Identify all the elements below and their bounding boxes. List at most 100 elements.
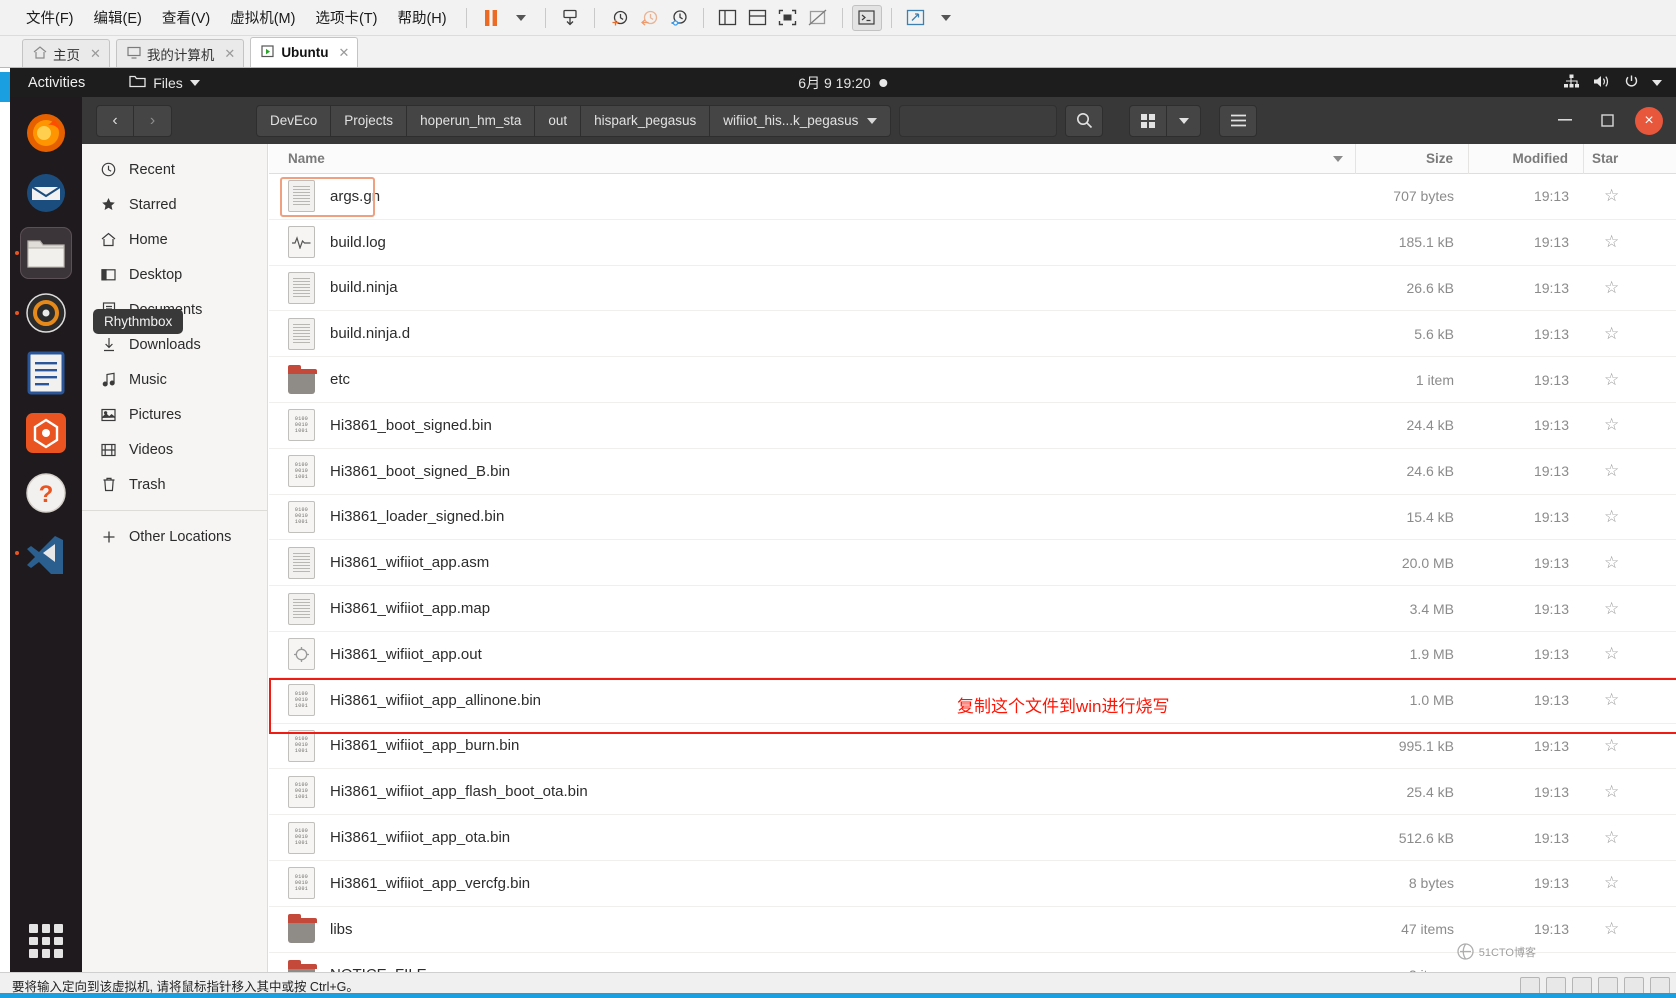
breadcrumb-item-4[interactable]: hispark_pegasus [581, 104, 711, 137]
star-toggle[interactable]: ☆ [1584, 690, 1654, 710]
table-row[interactable]: build.ninja 26.6 kB 19:13 ☆ [269, 266, 1676, 312]
tab-close-icon[interactable]: ✕ [224, 46, 235, 62]
menu-view[interactable]: 查看(V) [152, 5, 220, 30]
back-button[interactable]: ‹ [96, 104, 134, 137]
sidebar-item-desktop[interactable]: Desktop [82, 257, 267, 292]
table-row[interactable]: 0100 0010 1001 Hi3861_wifiiot_app_flash_boo… [269, 769, 1676, 816]
star-toggle[interactable]: ☆ [1584, 553, 1654, 573]
fullscreen-icon[interactable] [901, 5, 931, 31]
dock-item-ubuntu-software[interactable] [20, 407, 72, 459]
column-header-size[interactable]: Size [1356, 143, 1469, 174]
clock[interactable]: 6月 9 19:20 [798, 73, 888, 93]
menu-tabs[interactable]: 选项卡(T) [305, 5, 387, 30]
console-view-icon[interactable] [743, 5, 773, 31]
star-toggle[interactable]: ☆ [1584, 507, 1654, 527]
star-toggle[interactable]: ☆ [1584, 644, 1654, 664]
system-tray[interactable] [1563, 74, 1662, 92]
star-toggle[interactable]: ☆ [1584, 415, 1654, 435]
star-toggle[interactable]: ☆ [1584, 461, 1654, 481]
activities-button[interactable]: Activities [28, 75, 85, 91]
grid-view-icon[interactable] [1129, 104, 1168, 137]
table-row[interactable]: 0100 0010 1001 Hi3861_wifiiot_app_allinone.… [269, 677, 1676, 734]
menu-help[interactable]: 帮助(H) [387, 5, 456, 30]
search-icon[interactable] [1065, 104, 1104, 137]
star-toggle[interactable]: ☆ [1584, 186, 1654, 206]
fit-guest-icon[interactable] [773, 5, 803, 31]
dock-item-rhythmbox[interactable] [15, 287, 72, 339]
table-row[interactable]: Hi3861_wifiiot_app.out 1.9 MB 19:13 ☆ [269, 632, 1676, 678]
menu-file[interactable]: 文件(F) [16, 5, 84, 30]
sidebar-toggle-icon[interactable] [713, 5, 743, 31]
system-menu-caret-icon[interactable] [1652, 79, 1662, 86]
maximize-icon[interactable] [1586, 100, 1628, 142]
dock-item-help[interactable]: ? [20, 467, 72, 519]
breadcrumb-item-1[interactable]: Projects [331, 104, 408, 137]
table-row[interactable]: etc 1 item 19:13 ☆ [269, 357, 1676, 403]
table-row[interactable]: build.ninja.d 5.6 kB 19:13 ☆ [269, 311, 1676, 358]
table-row[interactable]: 0100 0010 1001 Hi3861_boot_signed_B.bin 24.6… [269, 449, 1676, 495]
table-row[interactable]: Hi3861_wifiiot_app.map 3.4 MB 19:13 ☆ [269, 586, 1676, 632]
dock-item-libreoffice-writer[interactable] [20, 347, 72, 399]
tab-ubuntu[interactable]: Ubuntu ✕ [250, 37, 359, 67]
sidebar-item-other-locations[interactable]: Other Locations [82, 519, 267, 554]
star-toggle[interactable]: ☆ [1584, 736, 1654, 756]
tab-close-icon[interactable]: ✕ [90, 46, 101, 62]
sidebar-item-pictures[interactable]: Pictures [82, 397, 267, 432]
star-toggle[interactable]: ☆ [1584, 324, 1654, 344]
show-applications-button[interactable] [29, 924, 63, 958]
sidebar-item-trash[interactable]: Trash [82, 467, 267, 502]
star-toggle[interactable]: ☆ [1584, 232, 1654, 252]
column-header-modified[interactable]: Modified [1469, 143, 1584, 174]
sidebar-item-recent[interactable]: Recent [82, 152, 267, 187]
breadcrumb-item-3[interactable]: out [535, 104, 582, 137]
table-row[interactable]: Hi3861_wifiiot_app.asm 20.0 MB 19:13 ☆ [269, 540, 1676, 587]
table-row[interactable]: build.log 185.1 kB 19:13 ☆ [269, 220, 1676, 266]
breadcrumb-item-2[interactable]: hoperun_hm_sta [407, 104, 536, 137]
table-row[interactable]: 0100 0010 1001 Hi3861_wifiiot_app_ota.bin 51… [269, 815, 1676, 861]
table-row[interactable]: 0100 0010 1001 Hi3861_wifiiot_app_burn.bin 9… [269, 724, 1676, 770]
table-row[interactable]: args.gn 707 bytes 19:13 ☆ [269, 174, 1676, 220]
dock-item-thunderbird[interactable] [20, 167, 72, 219]
star-toggle[interactable]: ☆ [1584, 828, 1654, 848]
guest-vm-viewport[interactable]: Activities Files 6月 9 19:20 ? ‹ › DevEco… [10, 68, 1676, 972]
dock-item-files[interactable] [15, 227, 72, 279]
layout-caret-icon[interactable] [931, 5, 961, 31]
breadcrumb-item-0[interactable]: DevEco [256, 104, 332, 137]
sidebar-item-videos[interactable]: Videos [82, 432, 267, 467]
tab-my-computer[interactable]: 我的计算机 ✕ [115, 39, 245, 67]
star-toggle[interactable]: ☆ [1584, 370, 1654, 390]
star-toggle[interactable]: ☆ [1584, 599, 1654, 619]
tab-close-icon[interactable]: ✕ [339, 45, 350, 61]
table-row[interactable]: 0100 0010 1001 Hi3861_wifiiot_app_vercfg.bi… [269, 861, 1676, 907]
breadcrumb-item-5[interactable]: wifiiot_his...k_pegasus [710, 104, 892, 137]
tab-home[interactable]: 主页 ✕ [22, 39, 110, 67]
sidebar-item-home[interactable]: Home [82, 222, 267, 257]
forward-button[interactable]: › [134, 104, 172, 137]
dropdown-caret-icon[interactable] [506, 5, 536, 31]
pause-icon[interactable] [476, 5, 506, 31]
table-row[interactable]: 0100 0010 1001 Hi3861_loader_signed.bin 15.4… [269, 495, 1676, 541]
hamburger-menu-icon[interactable] [1219, 104, 1258, 137]
revert-snapshot-icon[interactable] [634, 5, 664, 31]
star-toggle[interactable]: ☆ [1584, 873, 1654, 893]
snapshot-manager-icon[interactable] [664, 5, 694, 31]
app-menu-files[interactable]: Files [129, 74, 200, 91]
column-header-name[interactable]: Name [269, 143, 1356, 174]
view-caret-icon[interactable] [1167, 104, 1202, 137]
menu-vm[interactable]: 虚拟机(M) [220, 5, 305, 30]
star-toggle[interactable]: ☆ [1584, 782, 1654, 802]
take-snapshot-icon[interactable] [604, 5, 634, 31]
table-row[interactable]: 0100 0010 1001 Hi3861_boot_signed.bin 24.4 k… [269, 403, 1676, 449]
fit-window-icon[interactable] [803, 5, 833, 31]
column-header-star[interactable]: Star [1584, 144, 1654, 174]
terminal-icon[interactable] [851, 4, 882, 31]
snapshot-icon[interactable] [555, 5, 585, 31]
star-toggle[interactable]: ☆ [1584, 919, 1654, 939]
dock-item-vscode[interactable] [15, 527, 72, 579]
star-toggle[interactable]: ☆ [1584, 278, 1654, 298]
sidebar-item-music[interactable]: Music [82, 362, 267, 397]
close-button[interactable]: × [1628, 100, 1670, 142]
dock-item-firefox[interactable] [20, 107, 72, 159]
path-entry-area[interactable] [899, 104, 1058, 137]
minimize-icon[interactable] [1544, 100, 1586, 142]
